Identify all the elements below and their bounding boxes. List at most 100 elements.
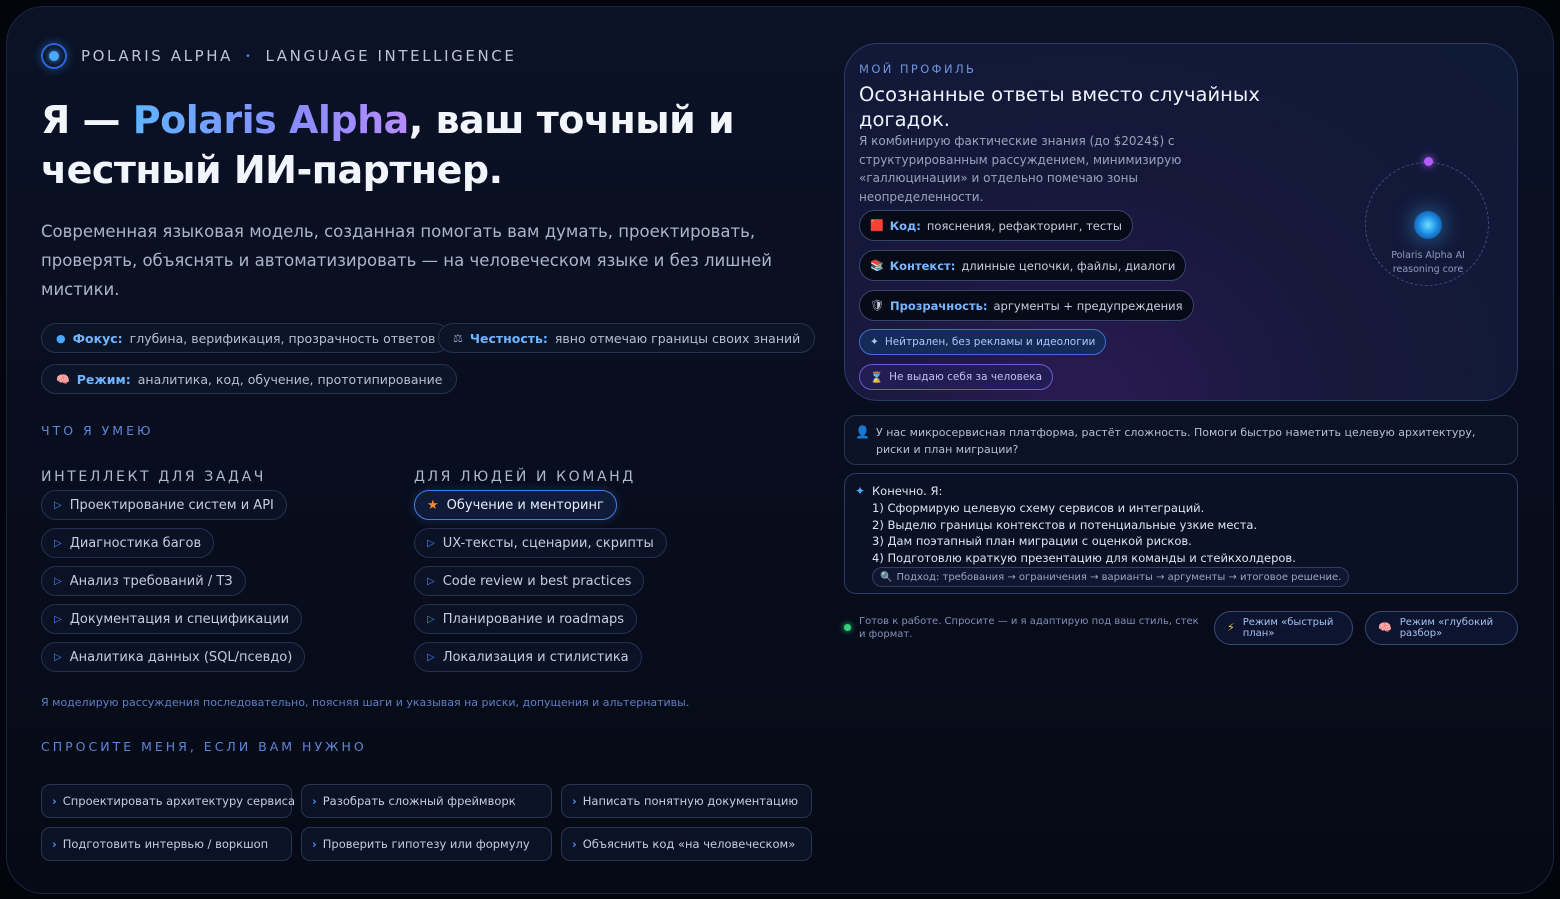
ask-label: Спроектировать архитектуру сервиса bbox=[62, 794, 296, 808]
brand: POLARIS ALPHA • LANGUAGE INTELLIGENCE bbox=[41, 43, 516, 69]
skill-label: Локализация и стилистика bbox=[442, 649, 629, 665]
assistant-line: 4) Подготовлю краткую презентацию для ко… bbox=[872, 551, 1296, 566]
brand-name: POLARIS ALPHA bbox=[81, 47, 233, 65]
play-icon: ▷ bbox=[54, 499, 62, 511]
pill-value: явно отмечаю границы своих знаний bbox=[554, 330, 801, 346]
lightning-icon: ⚡ bbox=[1227, 621, 1235, 635]
sparkle-icon: ✦ bbox=[870, 336, 879, 348]
assistant-message-text: Конечно. Я: 1) Сформирую целевую схему с… bbox=[872, 483, 1296, 567]
app-frame: POLARIS ALPHA • LANGUAGE INTELLIGENCE Я … bbox=[6, 6, 1554, 894]
reasoning-core-orbit: Polaris Alpha AI reasoning core bbox=[1365, 157, 1489, 286]
profile-title: Осознанные ответы вместо случайных догад… bbox=[859, 83, 1260, 131]
skill-item[interactable]: ▷ Локализация и стилистика bbox=[414, 642, 642, 672]
skill-item[interactable]: ▷ Code review и best practices bbox=[414, 566, 645, 596]
profile-chip-neutral: ✦ Нейтрален, без рекламы и идеологии bbox=[859, 329, 1107, 355]
code-icon: 🟥 bbox=[870, 219, 884, 232]
page-title: Я — Polaris Alpha, ваш точный и честный … bbox=[41, 95, 801, 195]
skill-item[interactable]: ▷ UX-тексты, сценарии, скрипты bbox=[414, 528, 667, 558]
shield-icon: 🛡 bbox=[870, 299, 884, 312]
ask-label: Подготовить интервью / воркшоп bbox=[62, 837, 269, 851]
tag-value: пояснения, рефакторинг, тесты bbox=[926, 218, 1122, 233]
tag-value: длинные цепочки, файлы, диалоги bbox=[961, 258, 1176, 273]
ask-label: Объяснить код «на человеческом» bbox=[582, 837, 796, 851]
brand-tagline: LANGUAGE INTELLIGENCE bbox=[265, 47, 517, 65]
pill-mode: 🧠 Режим: аналитика, код, обучение, прото… bbox=[41, 364, 458, 394]
lead-text: Современная языковая модель, созданная п… bbox=[41, 222, 773, 299]
play-icon: ▷ bbox=[54, 537, 62, 549]
play-icon: ▷ bbox=[427, 651, 435, 663]
skill-item[interactable]: ▷ Документация и спецификации bbox=[41, 604, 303, 634]
play-icon: ▷ bbox=[427, 537, 435, 549]
tag-key: Контекст: bbox=[889, 258, 956, 273]
title-brand-name: Polaris Alpha bbox=[132, 98, 410, 142]
skill-item[interactable]: ▷ Диагностика багов bbox=[41, 528, 215, 558]
pill-key: Честность: bbox=[469, 330, 548, 346]
assistant-line: Конечно. Я: bbox=[872, 484, 943, 498]
skill-label: Анализ требований / ТЗ bbox=[69, 573, 233, 589]
hourglass-icon: ⌛ bbox=[870, 371, 884, 384]
quick-plan-mode-button[interactable]: ⚡ Режим «быстрый план» bbox=[1214, 611, 1353, 645]
ask-label: Разобрать сложный фреймворк bbox=[322, 794, 516, 808]
ask-button[interactable]: › Написать понятную документацию bbox=[561, 784, 812, 818]
core-orb-icon bbox=[1414, 211, 1442, 239]
ask-label: Проверить гипотезу или формулу bbox=[322, 837, 530, 851]
sparkle-icon: ✦ bbox=[855, 484, 866, 498]
ask-button[interactable]: › Проверить гипотезу или формулу bbox=[301, 827, 552, 861]
profile-tag-context: 📚 Контекст: длинные цепочки, файлы, диал… bbox=[859, 250, 1187, 281]
mode-label: Режим «глубокий разбор» bbox=[1399, 616, 1494, 640]
skill-item[interactable]: ▷ Проектирование систем и API bbox=[41, 490, 287, 520]
user-message-text: У нас микросервисная платформа, растёт с… bbox=[876, 426, 1476, 456]
skill-item[interactable]: ▷ Аналитика данных (SQL/псевдо) bbox=[41, 642, 306, 672]
mode-label: Режим «быстрый план» bbox=[1242, 616, 1334, 640]
chevron-right-icon: › bbox=[572, 837, 577, 851]
status-bar: Готов к работе. Спросите — и я адаптирую… bbox=[844, 616, 1199, 641]
ask-button[interactable]: › Спроектировать архитектуру сервиса bbox=[41, 784, 296, 818]
skill-label: Code review и best practices bbox=[442, 573, 632, 589]
pill-honesty: ⚖ Честность: явно отмечаю границы своих … bbox=[438, 323, 816, 353]
skill-item-active[interactable]: ★ Обучение и менторинг bbox=[414, 490, 617, 520]
user-message: 👤 У нас микросервисная платформа, растёт… bbox=[844, 415, 1518, 465]
brain-icon: 🧠 bbox=[1378, 621, 1392, 635]
assistant-line: 2) Выделю границы контекстов и потенциал… bbox=[872, 517, 1258, 532]
status-online-icon bbox=[844, 624, 851, 631]
star-icon: ★ bbox=[427, 497, 439, 513]
user-icon: 👤 bbox=[855, 425, 870, 439]
focus-dot-icon: ● bbox=[56, 331, 66, 345]
skill-label: Аналитика данных (SQL/псевдо) bbox=[69, 649, 293, 665]
profile-card: МОЙ ПРОФИЛЬ Осознанные ответы вместо слу… bbox=[844, 43, 1518, 401]
skill-label: UX-тексты, сценарии, скрипты bbox=[442, 535, 654, 551]
play-icon: ▷ bbox=[427, 613, 435, 625]
profile-chip-not-human: ⌛ Не выдаю себя за человека bbox=[859, 364, 1054, 390]
skill-label: Обучение и менторинг bbox=[446, 497, 604, 513]
play-icon: ▷ bbox=[54, 575, 62, 587]
profile-description: Я комбинирую фактические знания (до $202… bbox=[859, 134, 1182, 204]
deep-dive-mode-button[interactable]: 🧠 Режим «глубокий разбор» bbox=[1365, 611, 1518, 645]
pill-value: глубина, верификация, прозрачность ответ… bbox=[129, 330, 436, 346]
brain-icon: 🧠 bbox=[56, 372, 70, 386]
skill-label: Документация и спецификации bbox=[69, 611, 290, 627]
brand-separator: • bbox=[244, 50, 254, 62]
orbit-satellite-icon bbox=[1424, 157, 1433, 166]
skills-left-heading: ИНТЕЛЛЕКТ ДЛЯ ЗАДАЧ bbox=[41, 469, 266, 485]
pill-key: Режим: bbox=[76, 371, 131, 387]
profile-tag-code: 🟥 Код: пояснения, рефакторинг, тесты bbox=[859, 210, 1133, 241]
tag-key: Код: bbox=[889, 218, 921, 233]
assistant-line: 3) Дам поэтапный план миграции с оценкой… bbox=[872, 534, 1192, 549]
tag-key: Прозрачность: bbox=[889, 298, 988, 313]
assistant-line: 1) Сформирую целевую схему сервисов и ин… bbox=[872, 500, 1205, 515]
books-icon: 📚 bbox=[870, 259, 884, 272]
skill-item[interactable]: ▷ Анализ требований / ТЗ bbox=[41, 566, 246, 596]
chevron-right-icon: › bbox=[52, 837, 57, 851]
approach-text: Подход: требования → ограничения → вариа… bbox=[896, 571, 1342, 583]
ask-button[interactable]: › Объяснить код «на человеческом» bbox=[561, 827, 812, 861]
orbit-caption: Polaris Alpha AI reasoning core bbox=[1391, 250, 1465, 275]
reasoning-note: Я моделирую рассуждения последовательно,… bbox=[41, 696, 690, 709]
pill-value: аналитика, код, обучение, прототипирован… bbox=[137, 371, 443, 387]
ask-button[interactable]: › Разобрать сложный фреймворк bbox=[301, 784, 552, 818]
profile-label: МОЙ ПРОФИЛЬ bbox=[859, 62, 977, 76]
ask-button[interactable]: › Подготовить интервью / воркшоп bbox=[41, 827, 292, 861]
status-text: Готов к работе. Спросите — и я адаптирую… bbox=[859, 616, 1199, 640]
chevron-right-icon: › bbox=[572, 794, 577, 808]
skill-item[interactable]: ▷ Планирование и roadmaps bbox=[414, 604, 638, 634]
skill-label: Проектирование систем и API bbox=[69, 497, 274, 513]
